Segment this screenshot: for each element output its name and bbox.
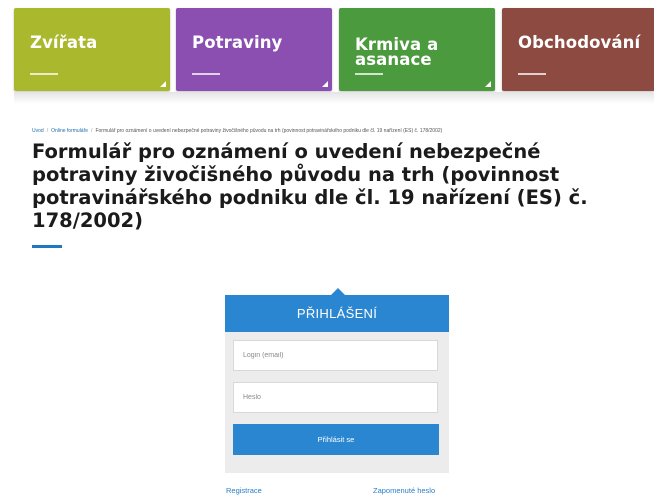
login-panel: PŘIHLÁŠENÍ Přihlásit se xyxy=(225,288,449,473)
login-submit-button[interactable]: Přihlásit se xyxy=(233,424,439,455)
breadcrumb-home-link[interactable]: Úvod xyxy=(32,128,44,134)
breadcrumb-separator: / xyxy=(91,128,93,134)
tile-obchodovani[interactable]: Obchodování xyxy=(502,8,654,91)
login-title: PŘIHLÁŠENÍ xyxy=(296,306,378,321)
password-input[interactable] xyxy=(233,382,438,413)
login-header: PŘIHLÁŠENÍ xyxy=(225,288,449,332)
corner-arrow-icon xyxy=(485,81,491,87)
tile-underline xyxy=(355,73,383,75)
category-tiles: Zvířata Potraviny Krmiva a asanace Obcho… xyxy=(0,0,654,104)
corner-arrow-icon xyxy=(160,81,166,87)
tile-underline xyxy=(192,73,220,75)
title-accent-line xyxy=(32,245,62,248)
caret-up-icon xyxy=(331,288,345,295)
page-title: Formulář pro oznámení o uvedení nebezpeč… xyxy=(32,140,588,232)
tiles-shadow xyxy=(14,92,654,104)
tile-potraviny[interactable]: Potraviny xyxy=(176,8,332,91)
register-link[interactable]: Registrace xyxy=(226,486,262,495)
tile-underline xyxy=(518,73,546,75)
page: Zvířata Potraviny Krmiva a asanace Obcho… xyxy=(0,0,654,497)
tile-obchodovani-label: Obchodování xyxy=(518,33,641,52)
breadcrumb-separator: / xyxy=(46,128,49,134)
tile-potraviny-label: Potraviny xyxy=(192,33,283,52)
corner-arrow-icon xyxy=(322,81,328,87)
breadcrumb-section-link[interactable]: Online formuláře xyxy=(51,128,88,134)
tile-underline xyxy=(30,73,58,75)
login-email-input[interactable] xyxy=(233,340,438,371)
breadcrumb: Úvod / Online formuláře / Formulář pro oznám… xyxy=(32,128,632,134)
forgot-password-link[interactable]: Zapomenuté heslo xyxy=(373,486,435,495)
tile-zvirata-label: Zvířata xyxy=(30,33,98,52)
breadcrumb-current: Formulář pro oznámení o uvedení nebezpeč… xyxy=(95,128,443,134)
tile-zvirata[interactable]: Zvířata xyxy=(14,8,170,91)
tile-krmiva-asanace-label: Krmiva a asanace xyxy=(355,35,439,69)
tile-krmiva-asanace[interactable]: Krmiva a asanace xyxy=(339,8,495,91)
